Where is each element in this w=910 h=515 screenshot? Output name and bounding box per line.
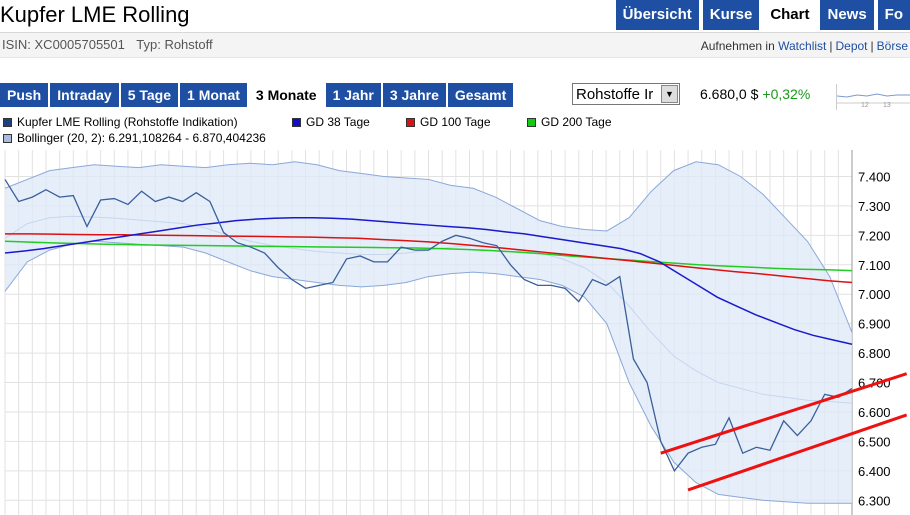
mini-chart-tick: 13 [883, 102, 891, 109]
legend-swatch [3, 118, 12, 127]
range-tab-1-jahr[interactable]: 1 Jahr [325, 83, 381, 107]
legend-item-gd100: GD 100 Tage [406, 115, 491, 129]
y-tick-label: 6.800 [858, 346, 891, 361]
instrument-info: ISIN: XC0005705501 Typ: Rohstoff [2, 37, 221, 52]
y-tick-label: 6.600 [858, 405, 891, 420]
price-display: 6.680,0 $ +0,32% [700, 86, 810, 102]
range-tab-push[interactable]: Push [0, 83, 49, 107]
nav-tab-chart[interactable]: Chart [763, 0, 817, 30]
y-tick-label: 6.300 [858, 493, 891, 508]
legend-label: GD 200 Tage [541, 115, 612, 129]
depot-link[interactable]: Depot [835, 39, 867, 53]
y-tick-label: 7.100 [858, 258, 891, 273]
action-links: Aufnehmen in Watchlist | Depot | Börse [701, 39, 908, 53]
legend-item-bollinger: Bollinger (20, 2): 6.291,108264 - 6.870,… [3, 131, 266, 145]
type-label: Typ: Rohstoff [136, 37, 213, 52]
legend-swatch [406, 118, 415, 127]
y-tick-label: 6.500 [858, 434, 891, 449]
nav-tab-news[interactable]: News [820, 0, 874, 30]
mini-chart-tick: 12 [861, 102, 869, 109]
boerse-link[interactable]: Börse [877, 39, 908, 53]
price-change: +0,32% [762, 86, 811, 102]
y-tick-label: 7.200 [858, 228, 891, 243]
actions-prefix: Aufnehmen in [700, 39, 775, 53]
range-tab-3-monate[interactable]: 3 Monate [248, 83, 324, 107]
legend-label: GD 38 Tage [306, 115, 370, 129]
page-title: Kupfer LME Rolling [0, 2, 190, 27]
legend-label: Kupfer LME Rolling (Rohstoffe Indikation… [17, 115, 238, 129]
y-tick-label: 6.900 [858, 317, 891, 332]
legend-item-gd38: GD 38 Tage [292, 115, 370, 129]
index-select-value: Rohstoffe Ir [576, 86, 654, 103]
legend-label: GD 100 Tage [420, 115, 491, 129]
range-tab-1-monat[interactable]: 1 Monat [180, 83, 247, 107]
legend-item-gd200: GD 200 Tage [527, 115, 612, 129]
dropdown-arrow-icon[interactable]: ▼ [661, 85, 678, 103]
legend-label: Bollinger (20, 2): 6.291,108264 - 6.870,… [17, 131, 266, 145]
nav-tab-fo[interactable]: Fo [877, 0, 910, 30]
y-tick-label: 7.300 [858, 199, 891, 214]
range-tab-3-jahre[interactable]: 3 Jahre [382, 83, 446, 107]
info-bar: ISIN: XC0005705501 Typ: Rohstoff Aufnehm… [0, 32, 910, 58]
range-tab-gesamt[interactable]: Gesamt [447, 83, 514, 107]
price-chart[interactable]: 7.4007.3007.2007.1007.0006.9006.8006.700… [0, 150, 910, 515]
separator: | [829, 39, 833, 53]
range-tab-5-tage[interactable]: 5 Tage [120, 83, 179, 107]
legend-swatch [3, 134, 12, 143]
watchlist-link[interactable]: Watchlist [778, 39, 826, 53]
mini-chart[interactable]: 12 13 [836, 84, 910, 110]
nav-tab-uebersicht[interactable]: Übersicht [615, 0, 699, 30]
isin-label: ISIN: XC0005705501 [2, 37, 125, 52]
price-value: 6.680,0 $ [700, 86, 759, 102]
y-tick-label: 6.400 [858, 464, 891, 479]
range-tabs: Push Intraday 5 Tage 1 Monat 3 Monate 1 … [0, 83, 515, 107]
range-tab-intraday[interactable]: Intraday [50, 83, 119, 107]
separator: | [870, 39, 874, 53]
nav-tab-kurse[interactable]: Kurse [702, 0, 760, 30]
legend-swatch [527, 118, 536, 127]
main-nav: Übersicht Kurse Chart News Fo [612, 0, 910, 30]
y-tick-label: 7.000 [858, 287, 891, 302]
legend-swatch [292, 118, 301, 127]
legend-item-kupfer: Kupfer LME Rolling (Rohstoffe Indikation… [3, 115, 238, 129]
index-select[interactable]: Rohstoffe Ir ▼ [572, 83, 680, 105]
y-tick-label: 7.400 [858, 169, 891, 184]
